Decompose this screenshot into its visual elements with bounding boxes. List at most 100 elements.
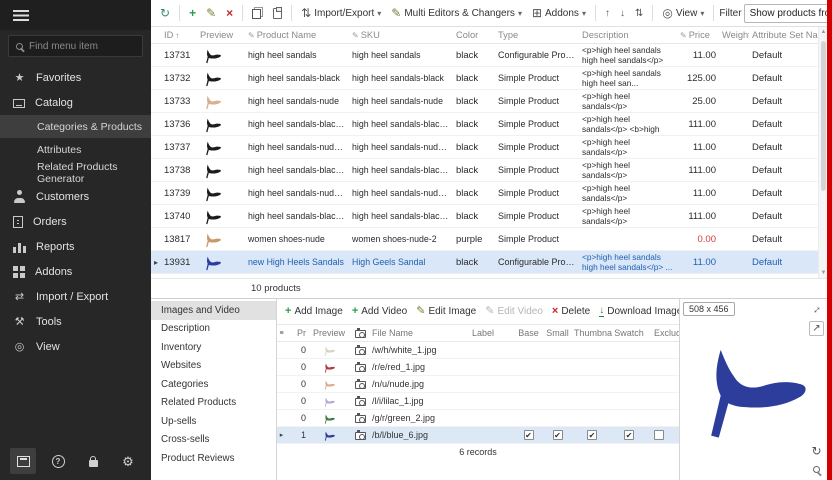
open-in-new-button[interactable]: ↗ (809, 321, 824, 336)
tab-item[interactable]: Images and Video (151, 301, 276, 320)
sidebar-item[interactable]: Addons (0, 259, 151, 284)
col-header-base[interactable]: Base (514, 328, 543, 338)
small-checkbox[interactable] (543, 430, 572, 441)
rotate-button[interactable]: ↻ (809, 443, 824, 458)
sort-asc-button[interactable]: ↑ (601, 3, 614, 24)
delete-image-button[interactable]: ×Delete (552, 306, 590, 317)
col-header-id[interactable]: ID↑ (161, 30, 197, 40)
image-row[interactable]: 0 /w/h/white_1.jpg (277, 342, 679, 359)
import-export-dropdown[interactable]: ⇅ Import/Export ▾ (297, 3, 385, 24)
product-row[interactable]: 13817 women shoes-nude women shoes-nude-… (151, 228, 827, 251)
sidebar-item[interactable]: Tools (0, 309, 151, 334)
paste-button[interactable] (269, 3, 286, 24)
base-checkbox[interactable] (514, 430, 543, 441)
col-header-color[interactable]: Color (453, 30, 495, 40)
product-row[interactable]: 13732 high heel sandals-black high heel … (151, 67, 827, 90)
product-row[interactable]: 13731 high heel sandals high heel sandal… (151, 44, 827, 67)
row-expand-arrow[interactable]: ▸ (151, 258, 161, 267)
edit-image-button[interactable]: ✎Edit Image (416, 306, 476, 317)
copy-button[interactable] (248, 3, 267, 24)
swatch-checkbox[interactable] (612, 430, 646, 441)
exclude-checkbox[interactable] (646, 430, 679, 441)
tab-item[interactable]: Up-sells (151, 412, 276, 431)
fullscreen-button[interactable]: ↔ (809, 302, 824, 317)
view-dropdown[interactable]: ◎ View ▾ (658, 3, 708, 24)
row-expand-arrow[interactable]: ▸ (277, 431, 286, 439)
col-header-priority[interactable]: Pr (286, 328, 308, 338)
help-button[interactable]: ? (45, 448, 71, 474)
grid-scrollbar[interactable]: ▲ ▼ (818, 27, 827, 278)
sidebar-item[interactable]: Related Products Generator (0, 161, 151, 184)
col-header-preview[interactable]: Preview (197, 30, 245, 40)
col-header-weight[interactable]: Weight (719, 30, 749, 40)
scroll-up-icon[interactable]: ▲ (819, 29, 827, 35)
add-image-button[interactable]: +Add Image (285, 306, 343, 317)
product-row[interactable]: ▸ 13931 new High Heels Sandals High Geel… (151, 251, 827, 274)
sort-both-button[interactable]: ⇅ (631, 3, 647, 24)
zoom-button[interactable] (809, 462, 824, 477)
sidebar-item[interactable]: Attributes (0, 138, 151, 161)
addons-dropdown[interactable]: ⊞ Addons ▾ (528, 3, 590, 24)
col-header-file-name[interactable]: File Name (370, 328, 470, 338)
col-header-image-preview[interactable]: Preview (308, 328, 350, 338)
delete-product-button[interactable]: × (222, 3, 237, 24)
col-header-small[interactable]: Small (543, 328, 572, 338)
thumbnail-checkbox[interactable] (572, 430, 612, 441)
tab-item[interactable]: Description (151, 320, 276, 339)
preview-image[interactable] (694, 327, 816, 449)
filter-select[interactable]: Show products from selected categories ▾ (744, 4, 832, 23)
sidebar-item[interactable]: Categories & Products (0, 115, 151, 138)
col-header-attribute-set[interactable]: Attribute Set Name (749, 30, 818, 40)
store-button[interactable] (10, 448, 36, 474)
sidebar-item[interactable]: Favorites (0, 65, 151, 90)
col-header-description[interactable]: Description (579, 30, 677, 40)
edit-product-button[interactable]: ✎ (202, 3, 220, 24)
columns-icon[interactable]: ≡ (277, 330, 286, 337)
tab-item[interactable]: Websites (151, 357, 276, 376)
image-row[interactable]: 0 /l/i/lilac_1.jpg (277, 393, 679, 410)
image-row[interactable]: ▸ 1 /b/l/blue_6.jpg (277, 427, 679, 444)
col-header-type[interactable]: Type (495, 30, 579, 40)
sidebar-item[interactable]: View (0, 334, 151, 359)
scrollbar-thumb[interactable] (821, 41, 826, 191)
menu-search[interactable] (8, 35, 143, 57)
col-header-name[interactable]: ✎Product Name (245, 30, 349, 40)
multi-editors-dropdown[interactable]: ✎ Multi Editors & Changers ▾ (387, 3, 526, 24)
col-header-price[interactable]: ✎Price (677, 30, 719, 40)
col-header-swatch[interactable]: Swatch (612, 328, 646, 338)
tab-item[interactable]: Inventory (151, 338, 276, 357)
sidebar-item[interactable]: Customers (0, 184, 151, 209)
col-header-sku[interactable]: ✎SKU (349, 30, 453, 40)
product-row[interactable]: 13736 high heel sandals-black-36 high he… (151, 113, 827, 136)
sidebar-item[interactable]: Orders (0, 209, 151, 234)
sidebar-item[interactable]: Reports (0, 234, 151, 259)
product-row[interactable]: 13733 high heel sandals-nude high heel s… (151, 90, 827, 113)
tab-item[interactable]: Related Products (151, 394, 276, 413)
refresh-button[interactable]: ↻ (156, 3, 174, 24)
tab-item[interactable]: Cross-sells (151, 431, 276, 450)
image-row[interactable]: 0 /n/u/nude.jpg (277, 376, 679, 393)
tab-item[interactable]: Product Reviews (151, 449, 276, 468)
download-image-button[interactable]: ↓Download Image (599, 306, 679, 317)
sidebar-item[interactable]: Catalog (0, 90, 151, 115)
col-header-exclude[interactable]: Exclude (646, 328, 679, 338)
product-row[interactable]: 13740 high heel sandals-black-38 high he… (151, 205, 827, 228)
image-row[interactable]: 0 /r/e/red_1.jpg (277, 359, 679, 376)
col-header-thumbnail[interactable]: Thumbna (572, 328, 612, 338)
sort-desc-button[interactable]: ↓ (616, 3, 629, 24)
product-row[interactable]: 13737 high heel sandals-nude-36 high hee… (151, 136, 827, 159)
search-input[interactable] (29, 41, 135, 52)
add-video-button[interactable]: +Add Video (352, 306, 407, 317)
add-product-button[interactable]: + (185, 3, 200, 24)
sidebar-item[interactable]: Import / Export (0, 284, 151, 309)
lock-button[interactable] (80, 448, 106, 474)
scroll-down-icon[interactable]: ▼ (819, 270, 827, 276)
product-row[interactable]: 13739 high heel sandals-nude-37 high hee… (151, 182, 827, 205)
product-row[interactable]: 13738 high heel sandals-black-37 high he… (151, 159, 827, 182)
menu-toggle-button[interactable] (0, 0, 151, 30)
col-header-camera[interactable] (350, 328, 370, 338)
col-header-label[interactable]: Label (470, 328, 514, 338)
image-row[interactable]: 0 /g/r/green_2.jpg (277, 410, 679, 427)
tab-item[interactable]: Categories (151, 375, 276, 394)
settings-button[interactable]: ⚙ (115, 448, 141, 474)
